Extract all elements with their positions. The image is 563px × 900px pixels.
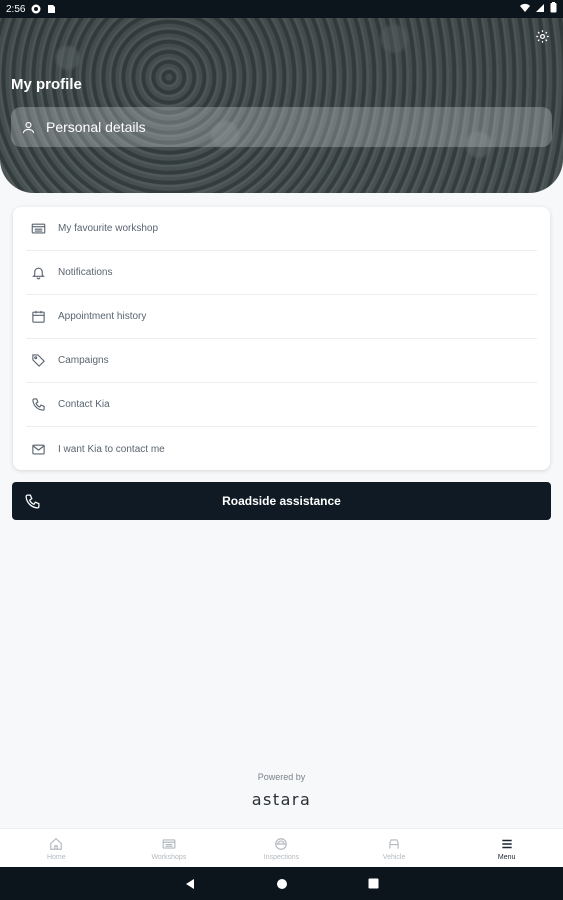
menu-item-label: Appointment history (58, 311, 147, 322)
menu-item-notifications[interactable]: Notifications (26, 251, 537, 295)
recents-icon[interactable] (367, 877, 381, 891)
calendar-icon (29, 308, 47, 326)
menu-item-label: I want Kia to contact me (58, 443, 165, 455)
system-navigation-bar (0, 867, 563, 900)
tag-icon (29, 352, 47, 370)
nav-item-workshops[interactable]: Workshops (113, 829, 226, 867)
personal-details-button[interactable]: Personal details (11, 107, 552, 147)
app-notification-icon (31, 4, 41, 14)
profile-header (0, 0, 563, 193)
nav-item-menu[interactable]: Menu (450, 829, 563, 867)
roadside-assistance-button[interactable]: Roadside assistance (12, 482, 551, 520)
sd-card-icon (46, 4, 56, 14)
menu-item-campaigns[interactable]: Campaigns (26, 339, 537, 383)
bottom-navigation: Home Workshops Inspections Vehicle Menu (0, 828, 563, 867)
nav-item-inspections[interactable]: Inspections (225, 829, 338, 867)
menu-item-appointment-history[interactable]: Appointment history (26, 295, 537, 339)
settings-icon[interactable] (533, 27, 551, 45)
status-bar: 2:56 (0, 0, 563, 18)
car-icon (386, 836, 402, 852)
page-title: My profile (11, 76, 82, 93)
astara-logo: astara (251, 790, 312, 809)
roadside-label: Roadside assistance (222, 494, 341, 508)
powered-by-text: Powered by (257, 772, 306, 782)
status-right (520, 2, 557, 16)
menu-item-contact-me[interactable]: I want Kia to contact me (26, 427, 537, 471)
nav-label: Vehicle (382, 853, 406, 861)
phone-icon (29, 396, 47, 414)
wifi-icon (520, 3, 530, 16)
workshop-icon (29, 220, 47, 238)
menu-item-label: Campaigns (58, 355, 109, 366)
signal-icon (535, 3, 545, 16)
home-circle-icon[interactable] (275, 877, 289, 891)
nav-label: Home (46, 853, 66, 861)
menu-item-contact-kia[interactable]: Contact Kia (26, 383, 537, 427)
bell-icon (29, 264, 47, 282)
mail-icon (29, 440, 47, 458)
menu-list: My favourite workshop Notifications Appo… (13, 207, 550, 470)
status-time: 2:56 (6, 3, 26, 15)
nav-item-home[interactable]: Home (0, 829, 113, 867)
workshop-icon (161, 836, 177, 852)
battery-icon (550, 2, 557, 16)
menu-item-label: My favourite workshop (58, 223, 159, 234)
menu-item-favourite-workshop[interactable]: My favourite workshop (26, 207, 537, 251)
menu-item-label: Contact Kia (58, 399, 110, 410)
personal-details-label: Personal details (46, 119, 146, 135)
nav-item-vehicle[interactable]: Vehicle (338, 829, 451, 867)
home-icon (48, 836, 64, 852)
menu-item-label: Notifications (58, 267, 113, 278)
person-icon (20, 119, 36, 135)
menu-icon (499, 836, 515, 852)
nav-label: Menu (497, 853, 516, 861)
nav-label: Workshops (151, 853, 187, 861)
nav-label: Inspections (263, 853, 300, 861)
back-icon[interactable] (183, 877, 197, 891)
phone-icon (23, 492, 41, 510)
inspection-icon (273, 836, 289, 852)
